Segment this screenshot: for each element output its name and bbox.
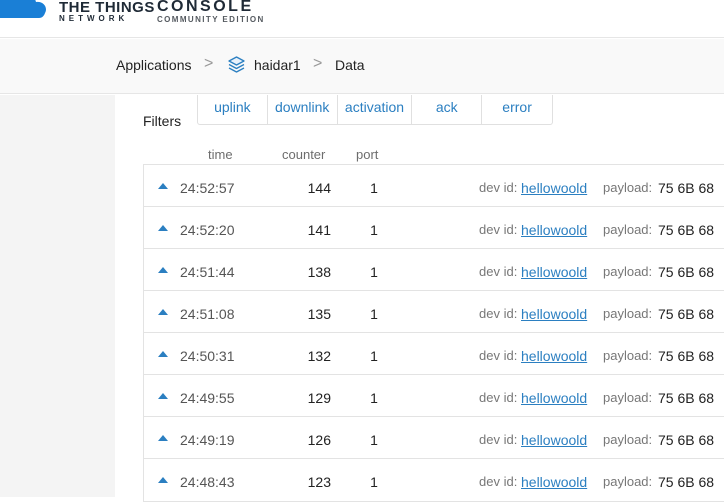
dev-id-link[interactable]: hellowoold [521,432,587,448]
table-row[interactable]: 24:52:20 141 1 dev id: hellowoold payloa… [144,207,724,249]
payload-value: 75 6B 68 [658,348,715,364]
payload-value: 75 6B 68 [658,180,715,196]
payload-label: payload: [603,180,653,195]
table-row[interactable]: 24:49:55 129 1 dev id: hellowoold payloa… [144,375,724,417]
dev-id-link[interactable]: hellowoold [521,222,587,238]
row-counter: 135 [307,306,331,322]
uplink-arrow-icon [158,225,168,231]
uplink-arrow-icon [158,393,168,399]
row-time: 24:51:08 [180,306,235,322]
console-title: CONSOLE [157,0,254,15]
breadcrumb-app[interactable]: haidar1 [254,57,301,73]
dev-id-link[interactable]: hellowoold [521,180,587,196]
row-time: 24:49:55 [180,390,235,406]
payload-label: payload: [603,264,653,279]
payload-value: 75 6B 68 [658,222,715,238]
breadcrumb-separator: > [204,55,214,72]
payload-label: payload: [603,432,653,447]
filter-activation[interactable]: activation [338,95,413,124]
table-row[interactable]: 24:52:57 144 1 dev id: hellowoold payloa… [144,165,724,207]
breadcrumb-separator: > [313,55,323,72]
uplink-arrow-icon [158,183,168,189]
payload-value: 75 6B 68 [658,264,715,280]
row-time: 24:51:44 [180,264,235,280]
dev-id-label: dev id: [479,264,518,279]
dev-id-label: dev id: [479,474,518,489]
data-table: 24:52:57 144 1 dev id: hellowoold payloa… [143,164,724,502]
dev-id-link[interactable]: hellowoold [521,474,587,490]
edition-label: COMMUNITY EDITION [157,15,265,24]
uplink-arrow-icon [158,477,168,483]
row-port: 1 [370,390,378,406]
row-port: 1 [370,306,378,322]
uplink-arrow-icon [158,309,168,315]
row-time: 24:49:19 [180,432,235,448]
filter-uplink[interactable]: uplink [198,95,268,124]
stack-layers-icon [228,56,245,73]
payload-value: 75 6B 68 [658,306,715,322]
uplink-arrow-icon [158,351,168,357]
row-port: 1 [370,180,378,196]
table-row[interactable]: 24:50:31 132 1 dev id: hellowoold payloa… [144,333,724,375]
dev-id-link[interactable]: hellowoold [521,264,587,280]
row-counter: 129 [307,390,331,406]
payload-label: payload: [603,474,653,489]
breadcrumb-current-page: Data [335,57,365,73]
table-row[interactable]: 24:49:19 126 1 dev id: hellowoold payloa… [144,417,724,459]
payload-value: 75 6B 68 [658,474,715,490]
filters-label: Filters [143,113,182,129]
row-time: 24:52:57 [180,180,235,196]
column-header-counter: counter [282,147,326,162]
dev-id-label: dev id: [479,432,518,447]
row-time: 24:50:31 [180,348,235,364]
dev-id-link[interactable]: hellowoold [521,390,587,406]
payload-value: 75 6B 68 [658,390,715,406]
column-header-port: port [356,147,379,162]
table-row[interactable]: 24:51:08 135 1 dev id: hellowoold payloa… [144,291,724,333]
row-port: 1 [370,264,378,280]
uplink-arrow-icon [158,435,168,441]
dev-id-label: dev id: [479,180,518,195]
row-port: 1 [370,432,378,448]
row-counter: 141 [307,222,331,238]
dev-id-link[interactable]: hellowoold [521,348,587,364]
ttn-cloud-logo-icon[interactable] [0,0,48,22]
payload-value: 75 6B 68 [658,432,715,448]
row-counter: 123 [307,474,331,490]
payload-label: payload: [603,348,653,363]
sidebar [0,95,115,497]
payload-label: payload: [603,390,653,405]
dev-id-label: dev id: [479,222,518,237]
table-row[interactable]: 24:51:44 138 1 dev id: hellowoold payloa… [144,249,724,291]
column-header-time: time [208,147,233,162]
row-port: 1 [370,222,378,238]
row-counter: 132 [307,348,331,364]
row-counter: 138 [307,264,331,280]
breadcrumb-applications[interactable]: Applications [116,57,192,73]
row-time: 24:48:43 [180,474,235,490]
dev-id-label: dev id: [479,348,518,363]
dev-id-link[interactable]: hellowoold [521,306,587,322]
row-port: 1 [370,474,378,490]
row-counter: 144 [307,180,331,196]
breadcrumb: Applications > haidar1 > Data [0,39,724,94]
brand-network: NETWORK [59,14,129,23]
row-counter: 126 [307,432,331,448]
dev-id-label: dev id: [479,306,518,321]
payload-label: payload: [603,306,653,321]
row-time: 24:52:20 [180,222,235,238]
filter-downlink[interactable]: downlink [268,95,338,124]
filter-error[interactable]: error [482,95,552,124]
payload-label: payload: [603,222,653,237]
top-bar: THE THINGS NETWORK CONSOLE COMMUNITY EDI… [0,0,724,38]
uplink-arrow-icon [158,267,168,273]
filter-tabs: uplink downlink activation ack error [197,95,553,125]
filter-ack[interactable]: ack [412,95,483,124]
table-row[interactable]: 24:48:43 123 1 dev id: hellowoold payloa… [144,459,724,501]
row-port: 1 [370,348,378,364]
dev-id-label: dev id: [479,390,518,405]
